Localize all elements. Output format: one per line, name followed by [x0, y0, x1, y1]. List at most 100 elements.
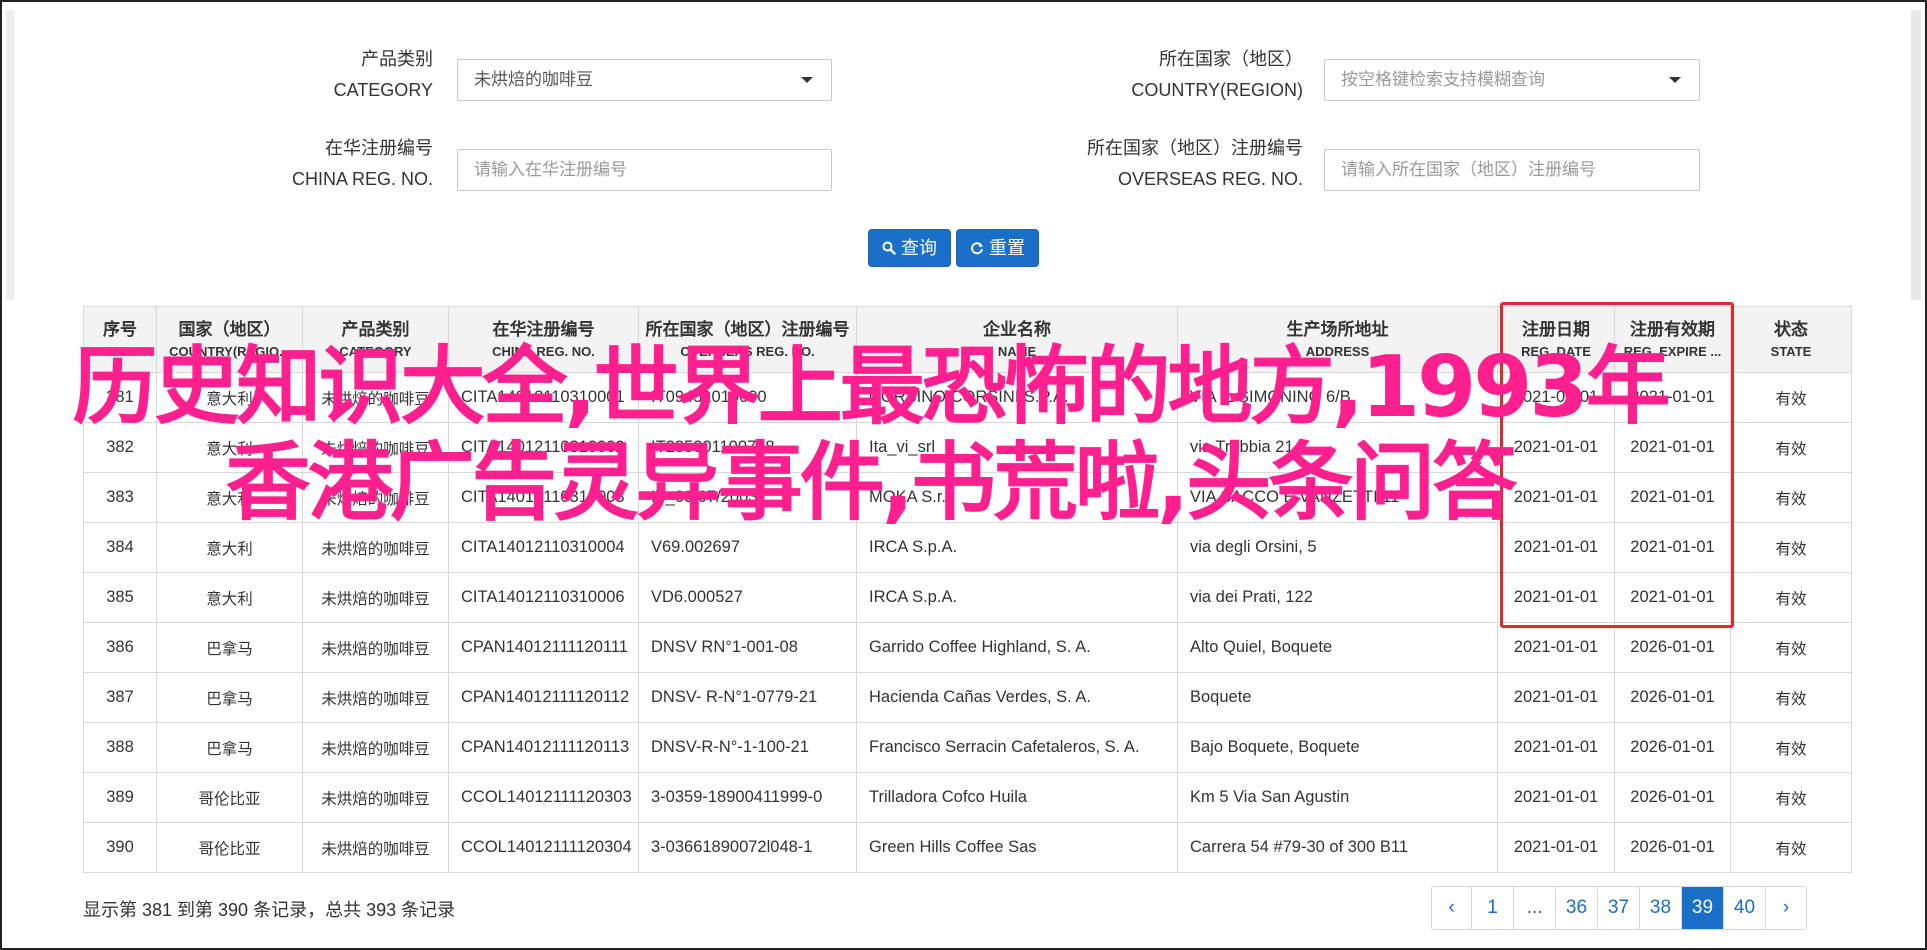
cell-expire-date: 2021-01-01 — [1614, 572, 1731, 623]
cell-name: CORSINO CORSINI S.P.A. — [856, 372, 1178, 423]
cell-reg-date: 2021-01-01 — [1497, 722, 1615, 773]
column-header-zh: 状态 — [1774, 319, 1808, 339]
cell-reg-date: 2021-01-01 — [1497, 522, 1615, 573]
column-header-zh: 产品类别 — [341, 319, 410, 339]
overseas-reg-input[interactable]: 请输入所在国家（地区）注册编号 — [1324, 149, 1700, 191]
column-header[interactable]: 状态 STATE — [1730, 306, 1852, 373]
cell-country: 意大利 — [156, 372, 303, 423]
column-header[interactable]: 注册日期 REG. DATE — [1497, 306, 1615, 373]
cell-overseas-reg: IT09451010000 — [638, 372, 857, 423]
reset-button-label: 重置 — [989, 238, 1025, 258]
reset-button[interactable]: 重置 — [956, 229, 1039, 267]
cell-address: Km 5 Via San Agustin — [1177, 772, 1498, 823]
page-link-40[interactable]: 40 — [1724, 887, 1766, 929]
table-row[interactable]: 388 巴拿马 未烘焙的咖啡豆 CPAN14012111120113 DNSV-R-N°… — [83, 722, 1852, 773]
column-header[interactable]: 产品类别 CATEGORY — [302, 306, 449, 373]
cell-category: 未烘焙的咖啡豆 — [302, 822, 449, 873]
cell-address: via Trebbia 21 — [1177, 422, 1498, 473]
cell-country: 意大利 — [156, 572, 303, 623]
cell-name: IRCA S.p.A. — [856, 522, 1178, 573]
cell-state: 有效 — [1730, 372, 1852, 423]
prev-page-button[interactable]: ‹ — [1432, 887, 1472, 929]
cell-reg-date: 2021-01-01 — [1497, 822, 1615, 873]
cell-country: 巴拿马 — [156, 722, 303, 773]
table-row[interactable]: 383 意大利 未烘焙的咖啡豆 CITA14012110310003 IT_09/07/… — [83, 472, 1852, 523]
category-select[interactable]: 未烘焙的咖啡豆 — [457, 59, 832, 101]
cell-address: VIA SACCO E VANZETTI 11 — [1177, 472, 1498, 523]
cell-china-reg: CCOL14012111120303 — [448, 772, 639, 823]
cell-no: 383 — [83, 472, 157, 523]
cell-overseas-reg: IT285001100718 — [638, 422, 857, 473]
cell-no: 382 — [83, 422, 157, 473]
cell-expire-date: 2026-01-01 — [1614, 622, 1731, 673]
country-select[interactable]: 按空格键检索支持模糊查询 — [1324, 59, 1700, 101]
page-link-36[interactable]: 36 — [1556, 887, 1598, 929]
next-page-button[interactable]: › — [1766, 887, 1806, 929]
pagination: ‹ 1... 36 37 38 39 40 › — [1431, 886, 1807, 930]
column-header[interactable]: 序号 NO. — [83, 306, 157, 373]
results-table: 序号 NO. 国家（地区） COUNTRY(REGIO... 产品类别 CATEGORY 在… — [83, 306, 1852, 873]
table-row[interactable]: 381 意大利 未烘焙的咖啡豆 CITA14012110310001 IT0945101… — [83, 372, 1852, 423]
table-row[interactable]: 384 意大利 未烘焙的咖啡豆 CITA14012110310004 V69.00269… — [83, 522, 1852, 573]
page-link-38[interactable]: 38 — [1640, 887, 1682, 929]
china-reg-input[interactable]: 请输入在华注册编号 — [457, 149, 832, 191]
column-header-zh: 在华注册编号 — [492, 319, 595, 339]
column-header-en: ADDRESS — [1305, 343, 1370, 359]
cell-name: MOKA S.r.l. — [856, 472, 1178, 523]
table-header-row: 序号 NO. 国家（地区） COUNTRY(REGIO... 产品类别 CATEGORY 在… — [83, 306, 1852, 373]
table-row[interactable]: 387 巴拿马 未烘焙的咖啡豆 CPAN14012111120112 DNSV- R-N… — [83, 672, 1852, 723]
cell-category: 未烘焙的咖啡豆 — [302, 572, 449, 623]
cell-state: 有效 — [1730, 572, 1852, 623]
cell-china-reg: CPAN14012111120111 — [448, 622, 639, 673]
cell-reg-date: 2021-01-01 — [1497, 422, 1615, 473]
cell-category: 未烘焙的咖啡豆 — [302, 522, 449, 573]
column-header[interactable]: 生产场所地址 ADDRESS — [1177, 306, 1498, 373]
page-ellipsis: ... — [1514, 887, 1556, 929]
cell-address: via degli Orsini, 5 — [1177, 522, 1498, 573]
column-header[interactable]: 企业名称 NAME — [856, 306, 1178, 373]
cell-no: 390 — [83, 822, 157, 873]
cell-state: 有效 — [1730, 772, 1852, 823]
page-link-39[interactable]: 39 — [1682, 887, 1724, 929]
cell-category: 未烘焙的咖啡豆 — [302, 722, 449, 773]
cell-reg-date: 2021-01-01 — [1497, 622, 1615, 673]
cell-reg-date: 2021-01-01 — [1497, 472, 1615, 523]
cell-state: 有效 — [1730, 672, 1852, 723]
right-scroll-track[interactable] — [1911, 10, 1921, 300]
cell-expire-date: 2026-01-01 — [1614, 722, 1731, 773]
cell-country: 意大利 — [156, 472, 303, 523]
column-header[interactable]: 在华注册编号 CHINA REG. NO. — [448, 306, 639, 373]
cell-category: 未烘焙的咖啡豆 — [302, 422, 449, 473]
cell-no: 388 — [83, 722, 157, 773]
table-row[interactable]: 390 哥伦比亚 未烘焙的咖啡豆 CCOL14012111120304 3-036618… — [83, 822, 1852, 873]
cell-category: 未烘焙的咖啡豆 — [302, 672, 449, 723]
column-header[interactable]: 国家（地区） COUNTRY(REGIO... — [156, 306, 303, 373]
column-header-en: STATE — [1770, 343, 1812, 359]
cell-china-reg: CPAN14012111120113 — [448, 722, 639, 773]
column-header[interactable]: 注册有效期 REG. EXPIRE ... — [1614, 306, 1731, 373]
cell-country: 意大利 — [156, 422, 303, 473]
cell-name: Ita_vi_srl — [856, 422, 1178, 473]
china-reg-label: 在华注册编号 CHINA REG. NO. — [291, 138, 433, 189]
china-reg-placeholder: 请输入在华注册编号 — [474, 160, 627, 179]
table-row[interactable]: 386 巴拿马 未烘焙的咖啡豆 CPAN14012111120111 DNSV RN°1… — [83, 622, 1852, 673]
refresh-icon — [971, 242, 983, 255]
cell-overseas-reg: VD6.000527 — [638, 572, 857, 623]
cell-category: 未烘焙的咖啡豆 — [302, 772, 449, 823]
table-row[interactable]: 389 哥伦比亚 未烘焙的咖啡豆 CCOL14012111120303 3-0359-1… — [83, 772, 1852, 823]
table-row[interactable]: 385 意大利 未烘焙的咖啡豆 CITA14012110310006 VD6.00052… — [83, 572, 1852, 623]
country-select-placeholder: 按空格键检索支持模糊查询 — [1341, 70, 1545, 89]
table-row[interactable]: 382 意大利 未烘焙的咖啡豆 CITA14012110310002 IT2850011… — [83, 422, 1852, 473]
cell-no: 386 — [83, 622, 157, 673]
cell-expire-date: 2021-01-01 — [1614, 372, 1731, 423]
left-scroll-track[interactable] — [6, 10, 14, 300]
cell-reg-date: 2021-01-01 — [1497, 572, 1615, 623]
page-link-1[interactable]: 1 — [1472, 887, 1514, 929]
column-header[interactable]: 所在国家（地区）注册编号 OVERSEAS REG. NO. — [638, 306, 857, 373]
cell-category: 未烘焙的咖啡豆 — [302, 472, 449, 523]
search-button[interactable]: 查询 — [868, 229, 951, 267]
cell-address: Boquete — [1177, 672, 1498, 723]
page-link-37[interactable]: 37 — [1598, 887, 1640, 929]
cell-name: IRCA S.p.A. — [856, 572, 1178, 623]
cell-china-reg: CITA14012110310002 — [448, 422, 639, 473]
